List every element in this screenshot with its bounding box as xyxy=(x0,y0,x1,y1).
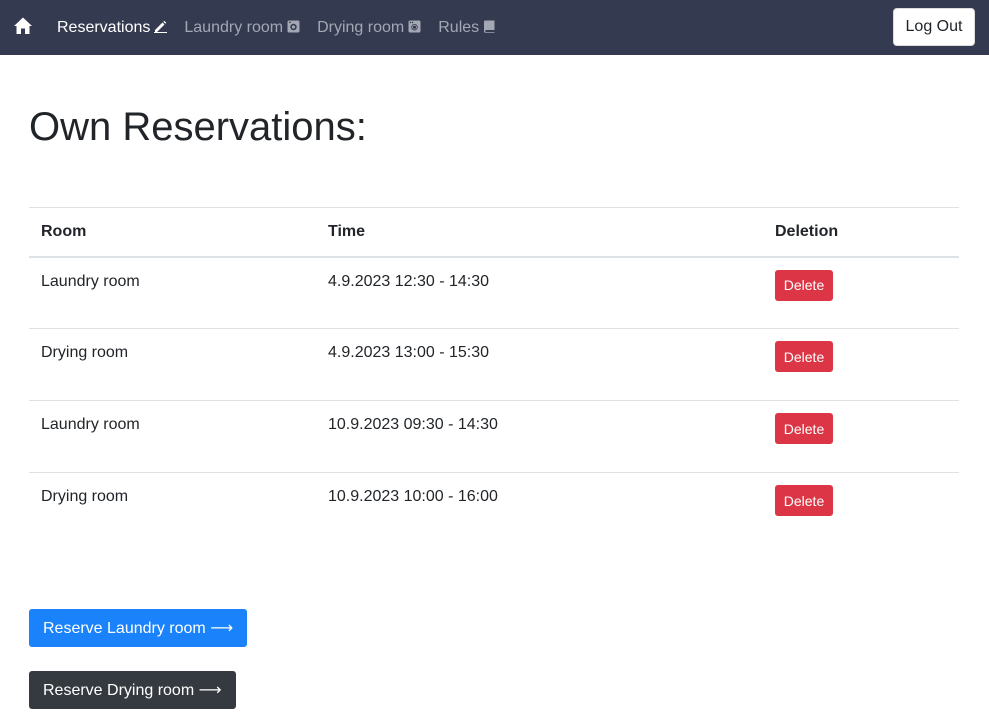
table-row: Laundry room 4.9.2023 12:30 - 14:30 Dele… xyxy=(29,257,959,329)
time-cell: 4.9.2023 13:00 - 15:30 xyxy=(316,328,763,401)
pencil-icon xyxy=(154,20,168,33)
dryer-icon xyxy=(408,20,421,33)
time-cell: 10.9.2023 09:30 - 14:30 xyxy=(316,400,763,473)
reserve-laundry-room-button[interactable]: Reserve Laundry room ⟶ xyxy=(29,609,248,647)
deletion-cell: Delete xyxy=(763,472,959,545)
deletion-cell: Delete xyxy=(763,257,959,329)
delete-button[interactable]: Delete xyxy=(775,485,833,516)
time-cell: 4.9.2023 12:30 - 14:30 xyxy=(328,272,490,290)
deletion-cell: Delete xyxy=(763,400,959,473)
nav-item-label: Laundry room xyxy=(184,18,284,36)
nav-item-rules[interactable]: Rules xyxy=(438,19,496,37)
table-row: Drying room 4.9.2023 13:00 - 15:30 Delet… xyxy=(29,328,959,401)
nav-item-label: Drying room xyxy=(317,18,405,36)
nav-item-reservations[interactable]: Reservations xyxy=(57,18,168,37)
reservations-table: Room Time Deletion Laundry room 4.9.2023… xyxy=(29,207,959,545)
table-row: Drying room 10.9.2023 10:00 - 16:00 Dele… xyxy=(29,472,959,545)
page-title: Own Reservations: xyxy=(29,105,367,149)
home-icon[interactable] xyxy=(13,16,33,36)
room-cell: Drying room xyxy=(29,328,316,401)
column-header-deletion: Deletion xyxy=(763,207,959,258)
nav-links: Reservations Laundry room Drying room Ru… xyxy=(57,0,496,55)
table-row: Laundry room 10.9.2023 09:30 - 14:30 Del… xyxy=(29,400,959,473)
nav-item-label: Rules xyxy=(438,18,480,36)
book-icon xyxy=(483,20,496,33)
delete-button[interactable]: Delete xyxy=(775,269,833,301)
logout-button[interactable]: Log Out xyxy=(893,8,975,46)
column-header-time: Time xyxy=(316,207,763,258)
reserve-drying-room-button[interactable]: Reserve Drying room ⟶ xyxy=(29,671,236,709)
time-cell: 10.9.2023 10:00 - 16:00 xyxy=(316,472,763,545)
nav-item-laundry-room[interactable]: Laundry room xyxy=(184,19,300,37)
washing-machine-icon xyxy=(287,20,300,33)
room-cell: Laundry room xyxy=(41,272,140,290)
table-header-row: Room Time Deletion xyxy=(29,207,959,258)
deletion-cell: Delete xyxy=(763,328,959,401)
room-cell: Laundry room xyxy=(29,400,316,473)
nav-item-drying-room[interactable]: Drying room xyxy=(317,19,421,37)
nav-item-label: Reservations xyxy=(57,18,151,36)
delete-button[interactable]: Delete xyxy=(775,413,833,444)
top-navbar: Reservations Laundry room Drying room Ru… xyxy=(0,0,989,55)
room-cell: Drying room xyxy=(29,472,316,545)
delete-button[interactable]: Delete xyxy=(775,341,833,372)
column-header-room: Room xyxy=(29,207,316,258)
